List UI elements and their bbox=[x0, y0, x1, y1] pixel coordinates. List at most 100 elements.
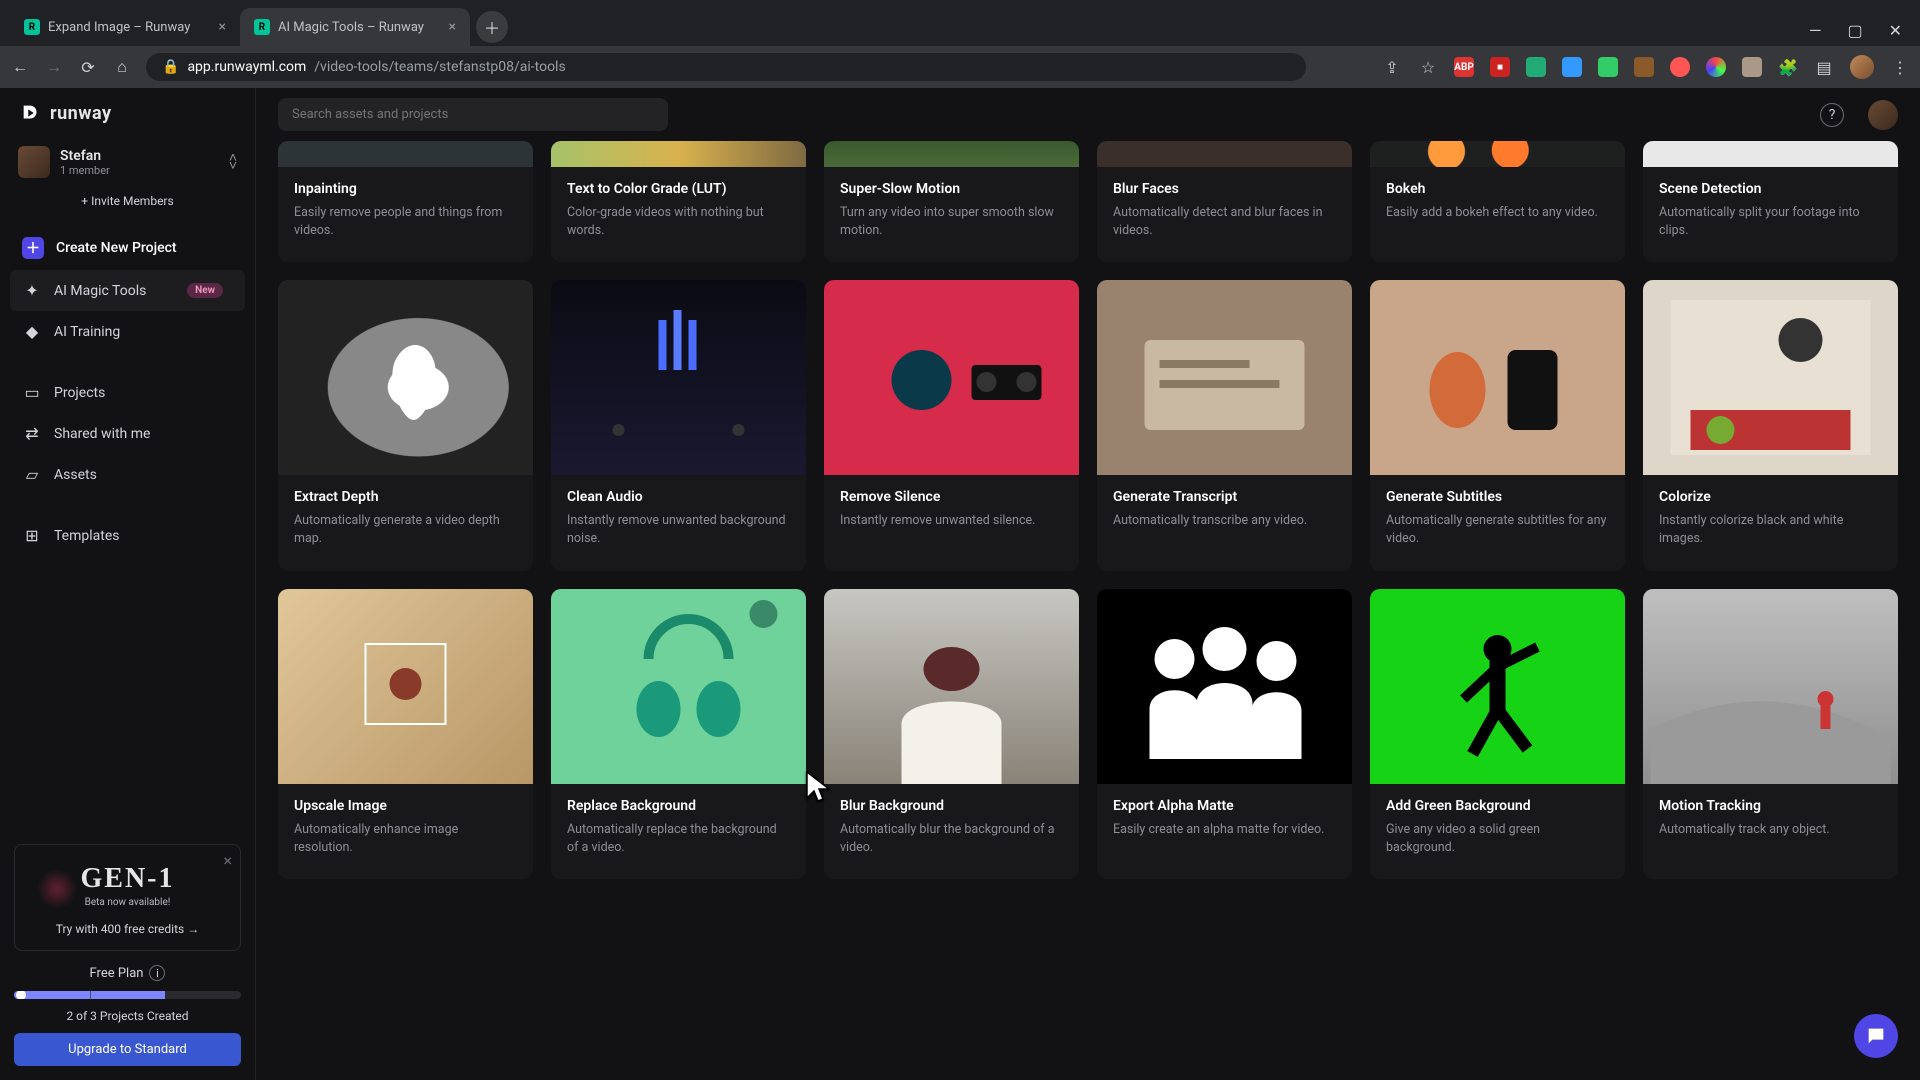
kebab-menu-icon[interactable]: ⋮ bbox=[1890, 58, 1910, 77]
logo[interactable]: runway bbox=[0, 88, 255, 138]
search-input[interactable] bbox=[278, 98, 668, 131]
tool-card-replace-background[interactable]: Replace BackgroundAutomatically replace … bbox=[551, 589, 806, 879]
nav-label: AI Magic Tools bbox=[54, 283, 146, 299]
tool-card-extract-depth[interactable]: Extract DepthAutomatically generate a vi… bbox=[278, 280, 533, 570]
tool-title: Blur Background bbox=[840, 798, 1063, 814]
close-icon[interactable]: × bbox=[449, 19, 456, 35]
tab-title: AI Magic Tools – Runway bbox=[278, 20, 424, 35]
address-bar: ← → ⟳ ⌂ 🔒 app.runwayml.com/video-tools/t… bbox=[0, 46, 1920, 88]
extension-icon[interactable] bbox=[1742, 57, 1762, 77]
tool-card-motion-tracking[interactable]: Motion TrackingAutomatically track any o… bbox=[1643, 589, 1898, 879]
home-icon[interactable]: ⌂ bbox=[112, 57, 132, 77]
tool-card-slow-motion[interactable]: Super-Slow MotionTurn any video into sup… bbox=[824, 141, 1079, 262]
tool-thumb bbox=[1643, 280, 1898, 475]
extension-icon[interactable] bbox=[1526, 57, 1546, 77]
minimize-icon[interactable]: ― bbox=[1809, 21, 1822, 40]
tool-card-scene-detection[interactable]: Scene DetectionAutomatically split your … bbox=[1643, 141, 1898, 262]
topbar: ? bbox=[256, 88, 1920, 141]
tool-desc: Automatically track any object. bbox=[1659, 821, 1882, 839]
sidebar-item-assets[interactable]: ▱ Assets bbox=[0, 454, 255, 495]
sparkle-icon: ✦ bbox=[22, 281, 42, 300]
promo-cta-link[interactable]: Try with 400 free credits → bbox=[56, 922, 199, 936]
tool-title: Blur Faces bbox=[1113, 181, 1336, 197]
browser-tab-active[interactable]: R AI Magic Tools – Runway × bbox=[240, 8, 470, 46]
extension-icon[interactable] bbox=[1670, 57, 1690, 77]
tool-title: Generate Subtitles bbox=[1386, 489, 1609, 505]
plan-counter: 2 of 3 Projects Created bbox=[14, 1009, 241, 1023]
tool-card-generate-transcript[interactable]: Generate TranscriptAutomatically transcr… bbox=[1097, 280, 1352, 570]
reload-icon[interactable]: ⟳ bbox=[78, 58, 98, 77]
shared-icon: ⇄ bbox=[22, 424, 42, 443]
url-field[interactable]: 🔒 app.runwayml.com/video-tools/teams/ste… bbox=[146, 53, 1306, 81]
star-icon[interactable]: ☆ bbox=[1418, 58, 1438, 77]
tool-title: Super-Slow Motion bbox=[840, 181, 1063, 197]
share-icon[interactable]: ⇪ bbox=[1382, 58, 1402, 77]
extension-icon[interactable] bbox=[1634, 57, 1654, 77]
tool-card-add-green-background[interactable]: Add Green BackgroundGive any video a sol… bbox=[1370, 589, 1625, 879]
tool-card-remove-silence[interactable]: Remove SilenceInstantly remove unwanted … bbox=[824, 280, 1079, 570]
extension-abp-icon[interactable]: ABP bbox=[1454, 57, 1474, 77]
tool-thumb bbox=[278, 280, 533, 475]
tool-card-blur-faces[interactable]: Blur FacesAutomatically detect and blur … bbox=[1097, 141, 1352, 262]
new-tab-button[interactable]: ＋ bbox=[476, 11, 508, 43]
tool-card-colorize[interactable]: ColorizeInstantly colorize black and whi… bbox=[1643, 280, 1898, 570]
tool-card-clean-audio[interactable]: Clean AudioInstantly remove unwanted bac… bbox=[551, 280, 806, 570]
maximize-icon[interactable]: ▢ bbox=[1847, 21, 1862, 40]
nav-label: Create New Project bbox=[56, 240, 177, 256]
close-icon[interactable]: × bbox=[223, 851, 232, 870]
help-icon[interactable]: ? bbox=[1820, 103, 1844, 127]
sidepanel-icon[interactable]: ▤ bbox=[1814, 58, 1834, 77]
tool-card-upscale-image[interactable]: Upscale ImageAutomatically enhance image… bbox=[278, 589, 533, 879]
extensions-puzzle-icon[interactable]: 🧩 bbox=[1778, 58, 1798, 77]
tool-card-blur-background[interactable]: Blur BackgroundAutomatically blur the ba… bbox=[824, 589, 1079, 879]
workspace-switcher[interactable]: Stefan 1 member ˄˅ bbox=[0, 138, 255, 186]
app-user-avatar[interactable] bbox=[1868, 100, 1898, 130]
close-window-icon[interactable]: ✕ bbox=[1889, 21, 1902, 40]
browser-chrome: R Expand Image – Runway × R AI Magic Too… bbox=[0, 0, 1920, 88]
chrome-profile-avatar[interactable] bbox=[1850, 55, 1874, 79]
plus-icon: ＋ bbox=[22, 237, 44, 259]
info-icon[interactable]: i bbox=[149, 965, 165, 981]
plan-progress-knob bbox=[16, 991, 26, 999]
extension-icon[interactable] bbox=[1598, 57, 1618, 77]
tool-card-export-alpha-matte[interactable]: Export Alpha MatteEasily create an alpha… bbox=[1097, 589, 1352, 879]
tool-thumb bbox=[551, 280, 806, 475]
url-path: /video-tools/teams/stefanstp08/ai-tools bbox=[314, 59, 565, 75]
tool-title: Inpainting bbox=[294, 181, 517, 197]
sidebar-item-magic-tools[interactable]: ✦ AI Magic Tools New bbox=[10, 270, 245, 311]
nav-label: Shared with me bbox=[54, 426, 150, 442]
logo-text: runway bbox=[50, 103, 112, 124]
tool-card-generate-subtitles[interactable]: Generate SubtitlesAutomatically generate… bbox=[1370, 280, 1625, 570]
sidebar-item-templates[interactable]: ⊞ Templates bbox=[0, 515, 255, 556]
extension-icon[interactable] bbox=[1562, 57, 1582, 77]
close-icon[interactable]: × bbox=[219, 19, 226, 35]
back-icon[interactable]: ← bbox=[10, 57, 30, 77]
tab-title: Expand Image – Runway bbox=[48, 20, 190, 35]
tool-card-inpainting[interactable]: InpaintingEasily remove people and thing… bbox=[278, 141, 533, 262]
tool-title: Replace Background bbox=[567, 798, 790, 814]
tool-desc: Give any video a solid green background. bbox=[1386, 821, 1609, 857]
sidebar-item-projects[interactable]: ▭ Projects bbox=[0, 372, 255, 413]
plan-name: Free Plan bbox=[90, 966, 144, 981]
tool-card-lut[interactable]: Text to Color Grade (LUT)Color-grade vid… bbox=[551, 141, 806, 262]
forward-icon[interactable]: → bbox=[44, 57, 64, 77]
extension-icon[interactable]: ■ bbox=[1490, 57, 1510, 77]
create-project-button[interactable]: ＋ Create New Project bbox=[0, 226, 255, 270]
nav-label: Templates bbox=[54, 528, 120, 544]
tool-desc: Instantly remove unwanted background noi… bbox=[567, 512, 790, 548]
tool-desc: Automatically enhance image resolution. bbox=[294, 821, 517, 857]
url-host: app.runwayml.com bbox=[187, 59, 306, 75]
tool-thumb bbox=[1370, 280, 1625, 475]
sidebar: runway Stefan 1 member ˄˅ + Invite Membe… bbox=[0, 88, 256, 1080]
upgrade-button[interactable]: Upgrade to Standard bbox=[14, 1033, 241, 1066]
tool-card-bokeh[interactable]: BokehEasily add a bokeh effect to any vi… bbox=[1370, 141, 1625, 262]
chat-fab[interactable] bbox=[1854, 1014, 1898, 1058]
sidebar-item-shared[interactable]: ⇄ Shared with me bbox=[0, 413, 255, 454]
browser-tab[interactable]: R Expand Image – Runway × bbox=[10, 8, 240, 46]
training-icon: ◆ bbox=[22, 322, 42, 341]
invite-members-link[interactable]: + Invite Members bbox=[16, 194, 239, 208]
extension-icon[interactable] bbox=[1706, 57, 1726, 77]
main: ? InpaintingEasily remove people and thi… bbox=[256, 88, 1920, 1080]
sidebar-item-ai-training[interactable]: ◆ AI Training bbox=[0, 311, 255, 352]
tool-desc: Automatically generate a video depth map… bbox=[294, 512, 517, 548]
